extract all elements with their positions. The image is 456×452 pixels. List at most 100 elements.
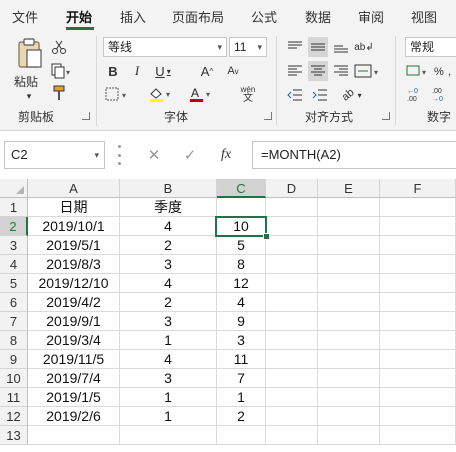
insert-function-icon[interactable]: fx	[216, 145, 236, 165]
cell-d[interactable]	[266, 255, 318, 274]
cell-c[interactable]: 7	[217, 369, 266, 388]
cell-a[interactable]: 2019/11/5	[28, 350, 120, 369]
cell-a[interactable]: 2019/9/1	[28, 312, 120, 331]
phonetic-guide-icon[interactable]: wén 文	[230, 83, 266, 105]
chevron-down-icon[interactable]: ▾	[94, 142, 99, 168]
cell-c[interactable]: 4	[217, 293, 266, 312]
orientation-icon[interactable]: ab ▾	[335, 85, 369, 105]
increase-indent-icon[interactable]	[310, 85, 330, 105]
formula-bar-grip-icon[interactable]	[118, 145, 122, 165]
column-header-a[interactable]: A	[28, 179, 120, 198]
select-all-corner[interactable]	[0, 179, 28, 198]
increase-font-icon[interactable]: A ^	[196, 62, 218, 80]
column-header-c[interactable]: C	[217, 179, 266, 198]
cell-c[interactable]: 12	[217, 274, 266, 293]
cancel-icon[interactable]: ✕	[144, 145, 164, 165]
cell-b[interactable]	[120, 426, 217, 445]
align-center-icon[interactable]	[308, 61, 328, 81]
cell-b[interactable]: 3	[120, 255, 217, 274]
cell-e[interactable]	[318, 426, 380, 445]
cell-f[interactable]	[380, 331, 456, 350]
row-header[interactable]: 1	[0, 198, 28, 217]
cell-b[interactable]: 4	[120, 217, 217, 236]
cell-f[interactable]	[380, 217, 456, 236]
row-header[interactable]: 6	[0, 293, 28, 312]
cell-f[interactable]	[380, 426, 456, 445]
cell-b[interactable]: 4	[120, 274, 217, 293]
cell-e[interactable]	[318, 331, 380, 350]
cell-a[interactable]: 2019/2/6	[28, 407, 120, 426]
cell-b[interactable]: 3	[120, 369, 217, 388]
cell-d[interactable]	[266, 312, 318, 331]
cell-e[interactable]	[318, 217, 380, 236]
cell-a[interactable]: 2019/5/1	[28, 236, 120, 255]
cell-b[interactable]: 4	[120, 350, 217, 369]
cell-b[interactable]: 1	[120, 331, 217, 350]
cell-f[interactable]	[380, 350, 456, 369]
cell-d[interactable]	[266, 369, 318, 388]
formula-input[interactable]: =MONTH(A2)	[252, 141, 456, 169]
cell-e[interactable]	[318, 407, 380, 426]
currency-percent-icons[interactable]: ▾%,	[405, 62, 456, 80]
decrease-indent-icon[interactable]	[285, 85, 305, 105]
align-left-icon[interactable]	[285, 61, 305, 81]
row-header[interactable]: 8	[0, 331, 28, 350]
cell-d[interactable]	[266, 236, 318, 255]
bottom-align-icon[interactable]	[331, 37, 351, 57]
row-header[interactable]: 10	[0, 369, 28, 388]
wrap-text-icon[interactable]: ab↲	[352, 37, 376, 57]
font-size-dropdown[interactable]: 11 ▾	[229, 37, 267, 57]
cell-d[interactable]	[266, 217, 318, 236]
cell-b[interactable]: 1	[120, 407, 217, 426]
cell-d[interactable]	[266, 331, 318, 350]
cell-f[interactable]	[380, 198, 456, 217]
underline-icon[interactable]: U ▾	[150, 62, 176, 80]
tab-data[interactable]: 数据	[305, 7, 331, 26]
tab-home[interactable]: 开始	[66, 7, 92, 26]
tab-page-layout[interactable]: 页面布局	[172, 7, 224, 26]
tab-file[interactable]: 文件	[12, 7, 38, 26]
cell-e[interactable]	[318, 236, 380, 255]
cell-a[interactable]: 2019/3/4	[28, 331, 120, 350]
tab-view[interactable]: 视图	[411, 7, 437, 26]
paste-dropdown-icon[interactable]: ▾	[22, 90, 36, 102]
cell-d[interactable]	[266, 426, 318, 445]
cell-f[interactable]	[380, 293, 456, 312]
merge-center-icon[interactable]: ▾	[353, 61, 383, 81]
cell-a[interactable]	[28, 426, 120, 445]
cell-c[interactable]: 2	[217, 407, 266, 426]
tab-insert[interactable]: 插入	[120, 7, 146, 26]
cell-b[interactable]: 2	[120, 236, 217, 255]
decrease-font-icon[interactable]: Av	[222, 62, 244, 80]
font-name-dropdown[interactable]: 等线 ▾	[103, 37, 227, 57]
row-header[interactable]: 12	[0, 407, 28, 426]
tab-formulas[interactable]: 公式	[251, 7, 277, 26]
cell-e[interactable]	[318, 369, 380, 388]
cell-a[interactable]: 2019/10/1	[28, 217, 120, 236]
cell-c[interactable]: 10	[217, 217, 266, 236]
cell-a[interactable]: 日期	[28, 198, 120, 217]
cell-e[interactable]	[318, 255, 380, 274]
cell-c[interactable]: 8	[217, 255, 266, 274]
cell-e[interactable]	[318, 293, 380, 312]
top-align-icon[interactable]	[285, 37, 305, 57]
row-header[interactable]: 9	[0, 350, 28, 369]
cell-c[interactable]	[217, 198, 266, 217]
column-header-f[interactable]: F	[380, 179, 456, 198]
cell-e[interactable]	[318, 274, 380, 293]
font-color-icon[interactable]: A ▾	[186, 85, 218, 103]
decimal-places-icon[interactable]: ←0.00.00 →0	[405, 85, 456, 103]
column-header-d[interactable]: D	[266, 179, 318, 198]
row-header[interactable]: 3	[0, 236, 28, 255]
enter-check-icon[interactable]: ✓	[180, 145, 200, 165]
italic-icon[interactable]: I	[128, 62, 146, 80]
row-header[interactable]: 4	[0, 255, 28, 274]
cell-c[interactable]: 3	[217, 331, 266, 350]
cell-f[interactable]	[380, 388, 456, 407]
cell-b[interactable]: 3	[120, 312, 217, 331]
cut-icon[interactable]	[50, 38, 68, 56]
cell-d[interactable]	[266, 198, 318, 217]
cell-a[interactable]: 2019/1/5	[28, 388, 120, 407]
row-header[interactable]: 7	[0, 312, 28, 331]
row-header[interactable]: 5	[0, 274, 28, 293]
